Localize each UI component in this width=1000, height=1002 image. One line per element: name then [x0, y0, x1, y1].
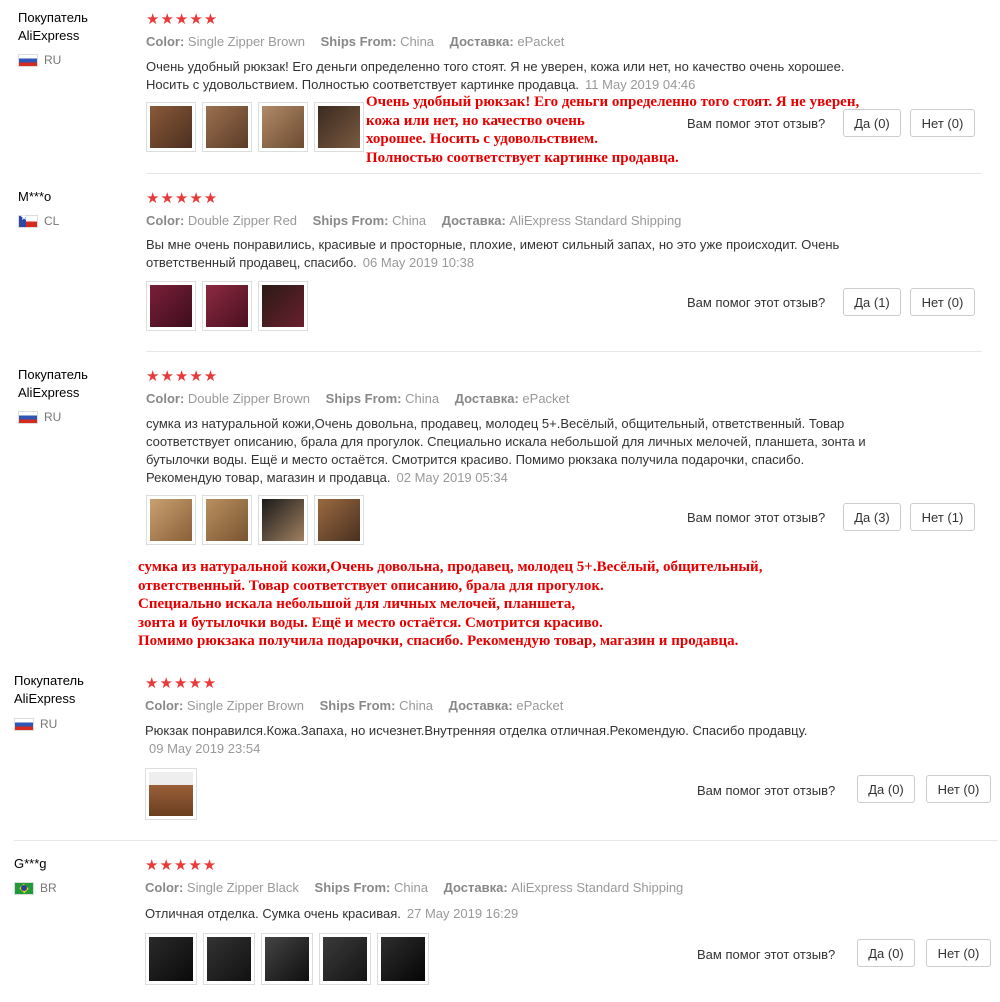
chile-flag-icon [18, 212, 38, 228]
helpful-yes-button[interactable]: Да (3) [843, 503, 901, 531]
star-rating: ★★★★★ [146, 190, 219, 207]
reviewer-country: RU [18, 410, 61, 424]
helpful-question: Вам помог этот отзыв? [687, 510, 826, 525]
review-photo[interactable] [146, 281, 196, 331]
russia-flag-icon [18, 410, 38, 424]
divider [14, 840, 998, 841]
review-photo[interactable] [202, 495, 252, 545]
helpful-no-button[interactable]: Нет (0) [910, 288, 975, 316]
helpful-no-button[interactable]: Нет (0) [926, 775, 991, 803]
review-date: 11 May 2019 04:46 [585, 77, 696, 92]
review-photo[interactable] [202, 281, 252, 331]
star-rating: ★★★★★ [145, 675, 218, 692]
russia-flag-icon [18, 53, 38, 67]
reviewer-country: CL [18, 212, 59, 228]
star-rating: ★★★★★ [146, 368, 219, 385]
helpful-question: Вам помог этот отзыв? [687, 295, 826, 310]
helpful-yes-button[interactable]: Да (1) [843, 288, 901, 316]
review-photo[interactable] [377, 933, 429, 985]
reviewer-name: G***g [14, 856, 47, 871]
star-rating: ★★★★★ [146, 11, 219, 28]
helpful-question: Вам помог этот отзыв? [697, 947, 836, 962]
reviewer-name: Покупатель AliExpress [18, 367, 88, 400]
review-photos [145, 768, 197, 820]
divider [146, 173, 982, 174]
review-date: 02 May 2019 05:34 [396, 470, 508, 485]
reviewer-name: Покупатель AliExpress [14, 673, 84, 706]
review-text: сумка из натуральной кожи,Очень довольна… [146, 416, 866, 485]
review-text: Очень удобный рюкзак! Его деньги определ… [146, 59, 845, 92]
review-photo[interactable] [146, 102, 196, 152]
reviewer-country: BR [14, 881, 57, 895]
helpful-no-button[interactable]: Нет (1) [910, 503, 975, 531]
review-date: 27 May 2019 16:29 [406, 906, 519, 921]
review-photos [146, 281, 308, 331]
review-meta: Color: Single Zipper Brown Ships From: C… [145, 698, 564, 713]
review-photos [146, 495, 364, 545]
review-photos [146, 102, 364, 152]
review-text: Вы мне очень понравились, красивые и про… [146, 237, 840, 270]
review-date: 09 May 2019 23:54 [149, 741, 261, 756]
review-photo[interactable] [258, 102, 308, 152]
review-photo[interactable] [258, 281, 308, 331]
russia-flag-icon [14, 717, 34, 731]
review-photo[interactable] [146, 495, 196, 545]
translation-overlay: сумка из натуральной кожи,Очень довольна… [138, 559, 763, 649]
review-text: Рюкзак понравился.Кожа.Запаха, но исчезн… [145, 723, 808, 756]
review-photo[interactable] [202, 102, 252, 152]
review-photo[interactable] [319, 933, 371, 985]
review-photo[interactable] [261, 933, 313, 985]
review-photo[interactable] [145, 768, 197, 820]
reviewer-name: Покупатель AliExpress [18, 10, 88, 43]
divider [146, 351, 982, 352]
reviewer-country: RU [18, 53, 61, 67]
reviewer-name: M***o [18, 189, 52, 204]
review-photo[interactable] [203, 933, 255, 985]
helpful-no-button[interactable]: Нет (0) [910, 109, 975, 137]
review-photo[interactable] [314, 102, 364, 152]
review-date: 06 May 2019 10:38 [362, 255, 475, 270]
star-rating: ★★★★★ [145, 857, 218, 874]
review-meta: Color: Double Zipper Red Ships From: Chi… [146, 213, 682, 228]
review-meta: Color: Single Zipper Black Ships From: C… [145, 880, 684, 895]
review-meta: Color: Single Zipper Brown Ships From: C… [146, 34, 565, 49]
helpful-question: Вам помог этот отзыв? [697, 783, 836, 798]
review-photo[interactable] [258, 495, 308, 545]
review-text: Отличная отделка. Сумка очень красивая. 2… [145, 906, 519, 921]
review-photo[interactable] [314, 495, 364, 545]
helpful-yes-button[interactable]: Да (0) [857, 939, 915, 967]
helpful-yes-button[interactable]: Да (0) [857, 775, 915, 803]
reviewer-country: RU [14, 717, 57, 731]
review-photos [145, 933, 429, 985]
review-photo[interactable] [145, 933, 197, 985]
translation-overlay: Очень удобный рюкзак! Его деньги определ… [366, 94, 860, 166]
review-meta: Color: Double Zipper Brown Ships From: C… [146, 391, 570, 406]
brazil-flag-icon [14, 881, 34, 895]
helpful-no-button[interactable]: Нет (0) [926, 939, 991, 967]
